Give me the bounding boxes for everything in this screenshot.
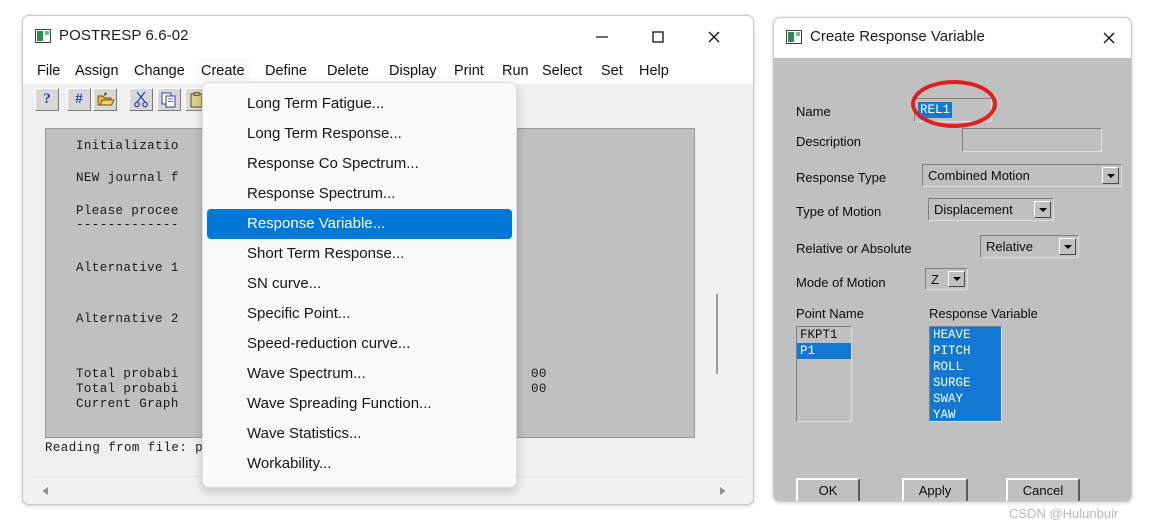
- menu-help[interactable]: Help: [633, 58, 675, 84]
- screen-root: POSTRESP 6.6-02 File Assign Change Create De…: [0, 0, 1154, 530]
- list-item-p1[interactable]: P1: [797, 343, 851, 359]
- dialog-body: Name REL1 Description Response Type Comb…: [774, 58, 1131, 501]
- menu-delete[interactable]: Delete: [321, 58, 375, 84]
- menu-create[interactable]: Create: [195, 58, 251, 84]
- dialog-titlebar: Create Response Variable: [774, 18, 1131, 58]
- name-input-value: REL1: [918, 102, 953, 118]
- console-line: Total probabi: [76, 382, 179, 396]
- menu-item-speed-reduction-curve[interactable]: Speed-reduction curve...: [207, 329, 512, 359]
- name-input[interactable]: REL1: [914, 98, 992, 122]
- window-title: POSTRESP 6.6-02: [59, 27, 189, 44]
- console-line: Alternative 2: [76, 312, 179, 326]
- menu-run[interactable]: Run: [496, 58, 535, 84]
- menu-file[interactable]: File: [31, 58, 66, 84]
- menu-item-wave-spectrum[interactable]: Wave Spectrum...: [207, 359, 512, 389]
- list-item-yaw[interactable]: YAW: [930, 407, 1001, 421]
- console-line: Current Graph: [76, 397, 179, 411]
- list-item-roll[interactable]: ROLL: [930, 359, 1001, 375]
- console-line: Total probabi: [76, 367, 179, 381]
- ok-button[interactable]: OK: [796, 478, 860, 501]
- list-item-pitch[interactable]: PITCH: [930, 343, 1001, 359]
- scroll-left-arrow-icon[interactable]: [41, 483, 51, 495]
- type-of-motion-select[interactable]: Displacement: [928, 198, 1054, 221]
- list-item-heave[interactable]: HEAVE: [930, 327, 1001, 343]
- app-window-icon: [786, 30, 802, 44]
- menu-change[interactable]: Change: [128, 58, 191, 84]
- response-type-select[interactable]: Combined Motion: [922, 164, 1122, 187]
- minimize-icon[interactable]: [579, 16, 625, 58]
- hash-icon[interactable]: #: [67, 88, 91, 111]
- description-input[interactable]: [962, 128, 1102, 152]
- type-of-motion-value: Displacement: [934, 202, 1013, 217]
- console-line: NEW journal f: [76, 171, 179, 185]
- description-label: Description: [796, 134, 862, 149]
- type-of-motion-label: Type of Motion: [796, 204, 882, 219]
- point-name-label: Point Name: [796, 306, 864, 321]
- console-line: -------------: [76, 218, 179, 232]
- cancel-button[interactable]: Cancel: [1006, 478, 1080, 501]
- menu-define[interactable]: Define: [259, 58, 313, 84]
- menu-print[interactable]: Print: [448, 58, 490, 84]
- scroll-right-arrow-icon[interactable]: [717, 483, 727, 495]
- menu-assign[interactable]: Assign: [69, 58, 125, 84]
- chevron-down-icon[interactable]: [1034, 201, 1051, 218]
- menu-item-long-term-fatigue[interactable]: Long Term Fatigue...: [207, 89, 512, 119]
- menu-item-response-variable[interactable]: Response Variable...: [207, 209, 512, 239]
- menu-set[interactable]: Set: [595, 58, 629, 84]
- menu-display[interactable]: Display: [383, 58, 443, 84]
- response-type-value: Combined Motion: [928, 168, 1030, 183]
- watermark-text: CSDN @Hulunbuir: [1009, 506, 1119, 521]
- maximize-icon[interactable]: [635, 16, 681, 58]
- list-item-surge[interactable]: SURGE: [930, 375, 1001, 391]
- mode-of-motion-select[interactable]: Z: [925, 268, 968, 290]
- menu-item-wave-spreading-function[interactable]: Wave Spreading Function...: [207, 389, 512, 419]
- point-name-listbox[interactable]: FKPT1 P1: [796, 326, 852, 422]
- response-type-label: Response Type: [796, 170, 887, 185]
- menu-select[interactable]: Select: [536, 58, 588, 84]
- chevron-down-icon[interactable]: [948, 271, 965, 287]
- console-vertical-scrollbar[interactable]: [709, 129, 725, 437]
- list-item-sway[interactable]: SWAY: [930, 391, 1001, 407]
- menu-item-response-co-spectrum[interactable]: Response Co Spectrum...: [207, 149, 512, 179]
- list-item-fkpt1[interactable]: FKPT1: [797, 327, 851, 343]
- console-line: Alternative 1: [76, 261, 179, 275]
- close-icon[interactable]: [691, 16, 737, 58]
- app-window-icon: [35, 29, 51, 43]
- svg-text:#: #: [104, 92, 107, 98]
- cut-icon[interactable]: [129, 88, 153, 111]
- menu-item-sn-curve[interactable]: SN curve...: [207, 269, 512, 299]
- menu-item-workability[interactable]: Workability...: [207, 449, 512, 479]
- create-menu-dropdown: Long Term Fatigue... Long Term Response..…: [202, 82, 517, 488]
- menu-item-specific-point[interactable]: Specific Point...: [207, 299, 512, 329]
- mode-of-motion-value: Z: [931, 271, 939, 287]
- apply-button[interactable]: Apply: [902, 478, 968, 501]
- copy-icon[interactable]: [157, 88, 181, 111]
- close-icon[interactable]: [1087, 18, 1131, 58]
- relative-or-absolute-label: Relative or Absolute: [796, 241, 912, 256]
- menu-item-wave-statistics[interactable]: Wave Statistics...: [207, 419, 512, 449]
- chevron-down-icon[interactable]: [1102, 167, 1119, 184]
- relative-or-absolute-select[interactable]: Relative: [980, 235, 1079, 258]
- create-response-variable-dialog: Create Response Variable Name REL1 Descr…: [773, 17, 1132, 502]
- chevron-down-icon[interactable]: [1059, 238, 1076, 255]
- response-variable-listbox[interactable]: HEAVE PITCH ROLL SURGE SWAY YAW: [929, 326, 1002, 422]
- dialog-title: Create Response Variable: [810, 28, 985, 45]
- main-window-titlebar: POSTRESP 6.6-02: [23, 16, 753, 58]
- console-line: Please procee: [76, 204, 179, 218]
- console-line-value: 00: [531, 367, 547, 381]
- menubar: File Assign Change Create Define Delete Displa…: [23, 58, 753, 84]
- help-icon[interactable]: ?: [35, 88, 59, 111]
- menu-item-long-term-response[interactable]: Long Term Response...: [207, 119, 512, 149]
- open-folder-icon[interactable]: #: [93, 88, 117, 111]
- relative-or-absolute-value: Relative: [986, 239, 1033, 254]
- menu-item-short-term-response[interactable]: Short Term Response...: [207, 239, 512, 269]
- response-variable-label: Response Variable: [929, 306, 1038, 321]
- name-label: Name: [796, 104, 831, 119]
- menu-item-response-spectrum[interactable]: Response Spectrum...: [207, 179, 512, 209]
- console-line: Initializatio: [76, 139, 179, 153]
- console-line-value: 00: [531, 382, 547, 396]
- vertical-scroll-thumb[interactable]: [716, 294, 718, 374]
- mode-of-motion-label: Mode of Motion: [796, 275, 886, 290]
